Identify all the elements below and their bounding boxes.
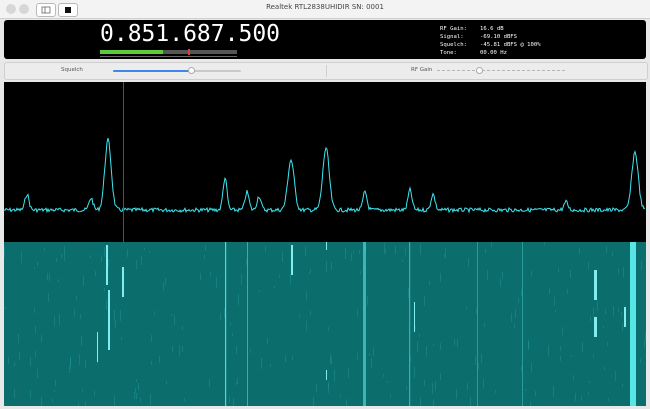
signal-level-fill [100, 50, 164, 54]
rf-gain-label: RF Gain [411, 67, 433, 73]
controls-bar: Squelch RF Gain [4, 62, 648, 80]
controls-divider [326, 65, 327, 77]
squelch-slider[interactable] [113, 67, 241, 74]
stat-row-squelch: Squelch: -45.81 dBFS @ 100% [440, 42, 541, 48]
squelch-level-marker [187, 49, 190, 55]
stat-row-signal: Signal: -69.10 dBFS [440, 34, 518, 40]
rf-gain-slider[interactable] [437, 67, 565, 74]
frequency-display: 0.851.687.500 RF Gain: 16.6 dB Signal: -69… [4, 20, 646, 59]
window-title: Realtek RTL2838UHIDIR SN: 0001 [266, 3, 384, 11]
title-bar: Realtek RTL2838UHIDIR SN: 0001 [0, 0, 650, 19]
squelch-slider-knob[interactable] [188, 67, 196, 74]
waterfall-traces [4, 242, 646, 406]
squelch-label: Squelch [61, 67, 83, 73]
frequency-readout[interactable]: 0.851.687.500 [100, 21, 280, 47]
stat-row-rf-gain: RF Gain: 16.6 dB [440, 26, 504, 32]
signal-level-bar [100, 49, 237, 55]
stats-panel: RF Gain: 16.6 dB Signal: -69.10 dBFS Squel… [440, 25, 541, 57]
spectrum-trace [4, 137, 646, 214]
squelch-slider-fill [113, 70, 192, 72]
spectrum-plot[interactable] [4, 82, 646, 242]
waterfall-plot[interactable] [4, 242, 646, 406]
rf-gain-slider-knob[interactable] [476, 67, 484, 74]
signal-bar-baseline [100, 56, 237, 57]
tuning-cursor[interactable] [123, 82, 124, 242]
stat-row-tone: Tone: 00.00 Hz [440, 50, 507, 56]
